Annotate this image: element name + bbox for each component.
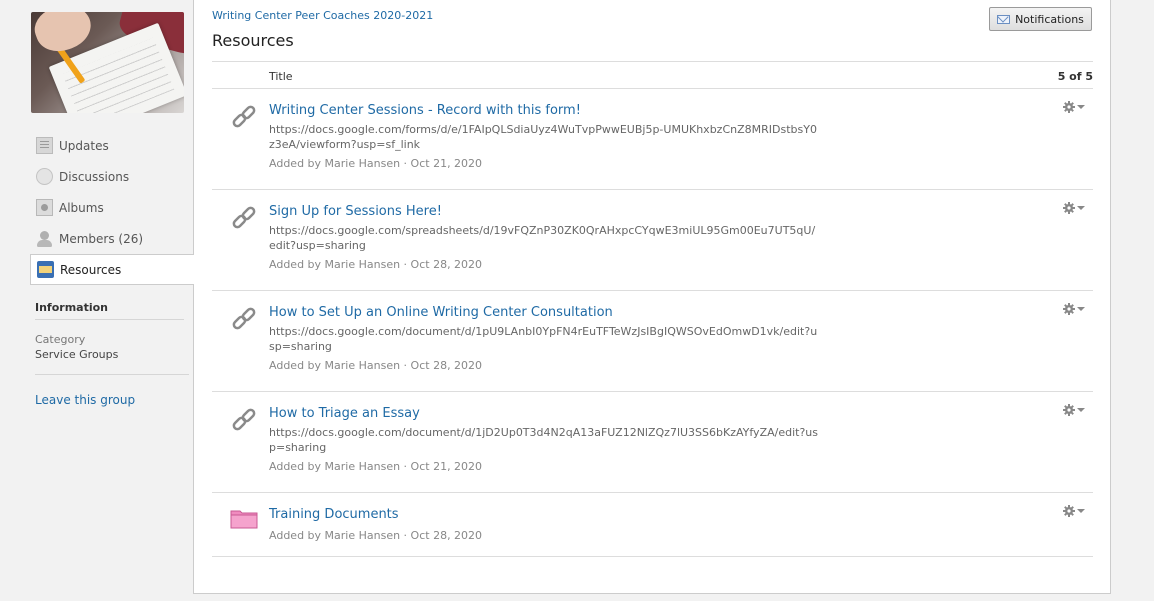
members-icon <box>36 230 53 247</box>
resource-title-link[interactable]: Sign Up for Sessions Here! <box>269 204 442 219</box>
resource-title-link[interactable]: How to Triage an Essay <box>269 406 420 421</box>
sidebar: Updates Discussions Albums Members (26) … <box>30 12 194 407</box>
resources-table: Title 5 of 5 Writing Center Sessions - R… <box>212 61 1093 557</box>
nav-item-albums[interactable]: Albums <box>30 192 194 223</box>
link-icon <box>230 103 258 135</box>
discussions-icon <box>36 168 53 185</box>
chevron-down-icon <box>1077 105 1085 109</box>
resource-meta: Added by Marie Hansen · Oct 28, 2020 <box>269 258 483 271</box>
category-label: Category <box>35 333 86 346</box>
resource-url: https://docs.google.com/document/d/1pU9L… <box>269 325 818 353</box>
updates-icon <box>36 137 53 154</box>
resource-url: https://docs.google.com/document/d/1jD2U… <box>269 426 818 454</box>
row-actions-menu[interactable] <box>1063 505 1085 517</box>
nav-item-label: Discussions <box>59 169 130 184</box>
resource-count: 5 of 5 <box>1057 70 1093 83</box>
group-photo <box>31 12 184 113</box>
resource-meta: Added by Marie Hansen · Oct 21, 2020 <box>269 157 483 170</box>
nav-item-discussions[interactable]: Discussions <box>30 161 194 192</box>
table-row: Sign Up for Sessions Here! https://docs.… <box>212 190 1093 291</box>
resource-title-link[interactable]: How to Set Up an Online Writing Center C… <box>269 305 613 320</box>
resource-title-link[interactable]: Training Documents <box>269 507 399 522</box>
leave-group-link[interactable]: Leave this group <box>30 393 194 407</box>
information-section: Information Category Service Groups <box>30 301 184 361</box>
table-row: How to Triage an Essay https://docs.goog… <box>212 392 1093 493</box>
nav-item-members[interactable]: Members (26) <box>30 223 194 254</box>
table-row: How to Set Up an Online Writing Center C… <box>212 291 1093 392</box>
row-actions-menu[interactable] <box>1063 404 1085 416</box>
link-icon <box>230 204 258 236</box>
group-nav: Updates Discussions Albums Members (26) … <box>30 130 194 285</box>
notifications-button[interactable]: Notifications <box>989 7 1092 31</box>
chevron-down-icon <box>1077 408 1085 412</box>
row-actions-menu[interactable] <box>1063 101 1085 113</box>
breadcrumb[interactable]: Writing Center Peer Coaches 2020-2021 <box>212 9 433 22</box>
resources-icon <box>37 261 54 278</box>
page-title: Resources <box>212 31 294 50</box>
resource-meta: Added by Marie Hansen · Oct 21, 2020 <box>269 460 483 473</box>
resource-meta: Added by Marie Hansen · Oct 28, 2020 <box>269 529 483 542</box>
chevron-down-icon <box>1077 206 1085 210</box>
row-actions-menu[interactable] <box>1063 303 1085 315</box>
gear-icon <box>1063 202 1075 214</box>
chevron-down-icon <box>1077 307 1085 311</box>
gear-icon <box>1063 303 1075 315</box>
row-actions-menu[interactable] <box>1063 202 1085 214</box>
nav-item-resources[interactable]: Resources <box>30 254 194 285</box>
link-icon <box>230 406 258 438</box>
link-icon <box>230 305 258 337</box>
notifications-label: Notifications <box>1015 12 1084 26</box>
column-title: Title <box>269 70 293 83</box>
resource-url: https://docs.google.com/forms/d/e/1FAIpQ… <box>269 123 817 151</box>
nav-item-updates[interactable]: Updates <box>30 130 194 161</box>
nav-item-label: Albums <box>59 200 104 215</box>
folder-icon <box>230 507 258 533</box>
nav-item-label: Updates <box>59 138 109 153</box>
table-row: Training Documents Added by Marie Hansen… <box>212 493 1093 557</box>
gear-icon <box>1063 404 1075 416</box>
resource-title-link[interactable]: Writing Center Sessions - Record with th… <box>269 103 581 118</box>
main-panel: Writing Center Peer Coaches 2020-2021 Re… <box>193 0 1111 594</box>
sidebar-divider <box>35 374 189 375</box>
albums-icon <box>36 199 53 216</box>
resource-meta: Added by Marie Hansen · Oct 28, 2020 <box>269 359 483 372</box>
category-value: Service Groups <box>35 348 119 361</box>
information-heading: Information <box>35 301 184 320</box>
table-row: Writing Center Sessions - Record with th… <box>212 89 1093 190</box>
nav-item-label: Resources <box>60 262 122 277</box>
mail-icon <box>997 14 1011 24</box>
nav-item-label: Members (26) <box>59 231 144 246</box>
chevron-down-icon <box>1077 509 1085 513</box>
gear-icon <box>1063 101 1075 113</box>
table-header: Title 5 of 5 <box>212 61 1093 89</box>
resource-url: https://docs.google.com/spreadsheets/d/1… <box>269 224 816 252</box>
gear-icon <box>1063 505 1075 517</box>
